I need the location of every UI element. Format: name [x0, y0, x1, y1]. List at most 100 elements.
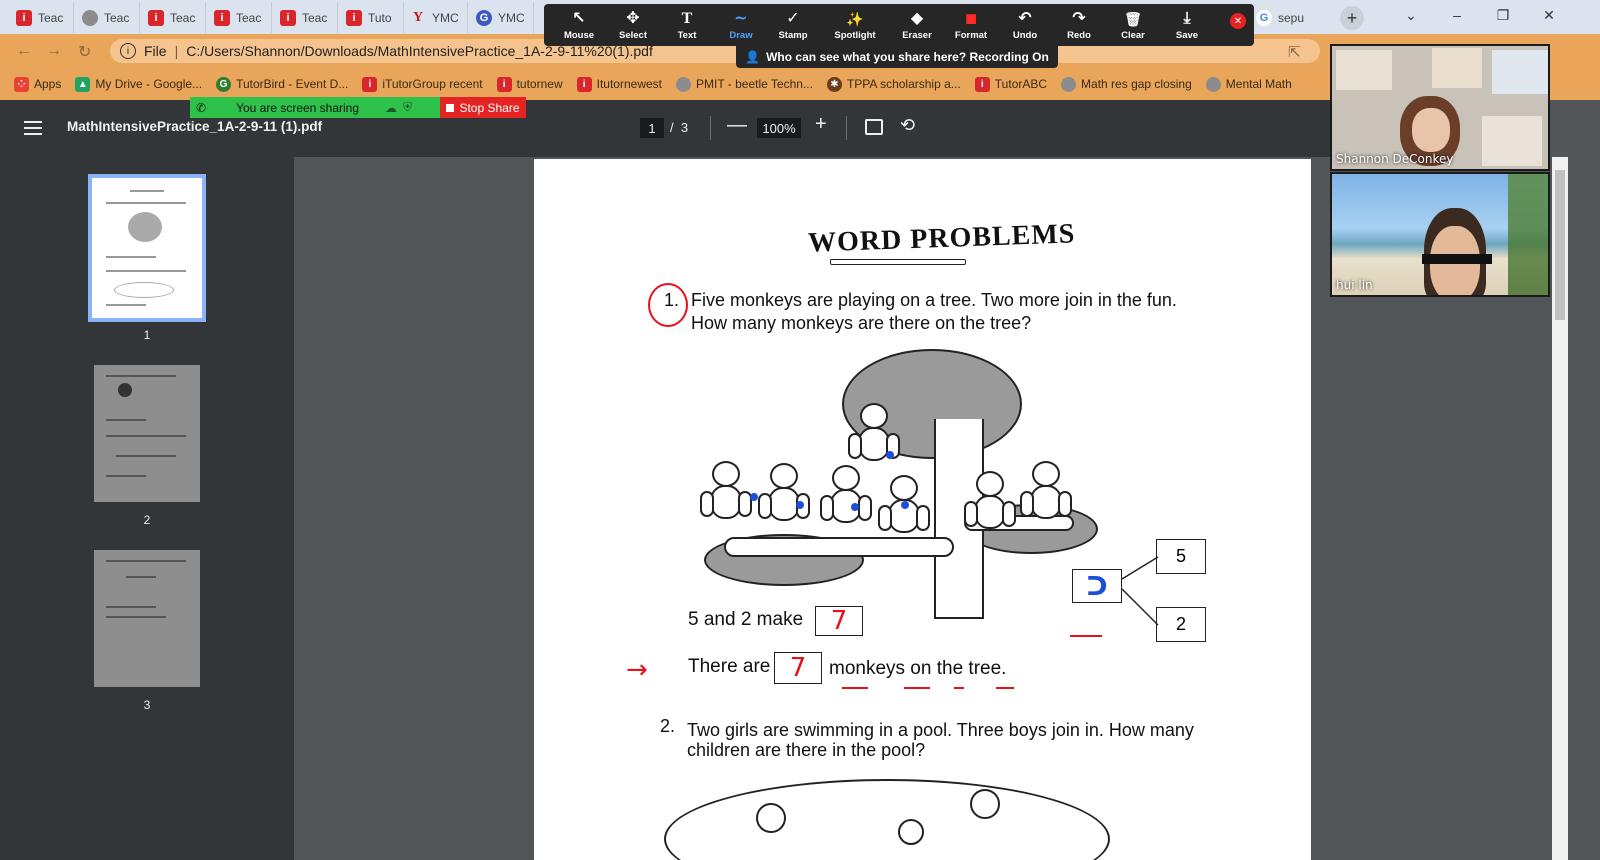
- bookmark-item[interactable]: G TutorBird - Event D...: [216, 76, 348, 92]
- stop-share-button[interactable]: Stop Share: [440, 97, 526, 118]
- tool-text[interactable]: T Text: [660, 8, 714, 44]
- tool-mouse[interactable]: ↖ Mouse: [552, 8, 606, 44]
- there-answer-box[interactable]: 7: [774, 652, 822, 684]
- bookmark-item[interactable]: i iTutorGroup recent: [362, 76, 483, 92]
- close-window-icon[interactable]: ✕: [1526, 0, 1572, 30]
- red-underline-annotation: [996, 687, 1014, 689]
- make-answer-box[interactable]: 7: [815, 606, 863, 636]
- itutor-icon: i: [148, 9, 164, 26]
- tool-redo[interactable]: ↷ Redo: [1052, 8, 1106, 44]
- question-1-line-2: How many monkeys are there on the tree?: [691, 313, 1032, 333]
- pixel-sunglasses-icon: [1422, 254, 1492, 264]
- tool-clear[interactable]: 🗑 Clear: [1106, 8, 1160, 44]
- bookmark-item[interactable]: PMIT - beetle Techn...: [676, 76, 813, 92]
- bookmark-item[interactable]: ✱ TPPA scholarship a...: [826, 76, 961, 92]
- wall-poster: [1482, 116, 1542, 166]
- monkey-illustration: [964, 471, 1016, 541]
- number-bond-lines: [1121, 556, 1159, 626]
- browser-tab[interactable]: G YMC: [470, 2, 534, 33]
- browser-tab[interactable]: i Teac: [274, 2, 338, 33]
- monkey-illustration: [758, 463, 810, 533]
- page-total: / 3: [670, 120, 689, 135]
- number-bond-part-box: 5: [1156, 539, 1206, 574]
- bookmark-apps[interactable]: ⁘ Apps: [14, 76, 61, 92]
- drive-icon: ▲: [75, 76, 91, 92]
- screen-sharing-status: ✆ You are screen sharing ☁ ⛨: [190, 97, 440, 118]
- close-toolbar-icon[interactable]: ✕: [1230, 13, 1246, 29]
- format-icon: ■: [964, 8, 978, 30]
- minimize-icon[interactable]: –: [1434, 0, 1480, 30]
- monkey-illustration: [878, 475, 930, 545]
- browser-tab[interactable]: Teac: [76, 2, 140, 33]
- g-icon: G: [476, 9, 492, 26]
- thumbnail-page-1[interactable]: [88, 174, 206, 322]
- eraser-icon: ◆: [910, 10, 924, 27]
- page-number-input[interactable]: 1: [640, 118, 664, 138]
- red-underline-annotation: [1070, 635, 1102, 637]
- menu-icon[interactable]: [24, 121, 42, 135]
- stop-icon: [446, 103, 455, 112]
- tool-spotlight[interactable]: ✨ Spotlight: [828, 8, 882, 44]
- move-icon: ✥: [626, 10, 640, 27]
- tppa-icon: ✱: [826, 76, 842, 92]
- pdf-scrollbar-thumb[interactable]: [1555, 170, 1565, 320]
- bookmark-item[interactable]: Mental Math: [1205, 76, 1292, 92]
- back-arrow-icon[interactable]: ←: [16, 42, 32, 60]
- browser-tab[interactable]: Gsepu: [1250, 2, 1310, 33]
- blue-dot-annotation: [796, 501, 804, 509]
- bookmark-item[interactable]: Math res gap closing: [1061, 76, 1192, 92]
- bookmark-item[interactable]: i tutornew: [496, 76, 563, 92]
- tool-eraser[interactable]: ◆ Eraser: [890, 8, 944, 44]
- zoom-level-input[interactable]: 100%: [757, 118, 801, 138]
- spotlight-icon: ✨: [846, 11, 864, 27]
- share-icon[interactable]: ⇱: [1288, 43, 1301, 61]
- monkey-illustration: [848, 403, 900, 473]
- browser-tab[interactable]: i Tuto: [340, 2, 404, 33]
- thumbnail-page-2[interactable]: [94, 365, 200, 502]
- browser-tab[interactable]: Y YMC: [404, 2, 468, 33]
- participant-name: Shannon DeConkey: [1336, 152, 1454, 166]
- participant-video-tile[interactable]: Shannon DeConkey: [1330, 44, 1550, 171]
- browser-tab[interactable]: i Teac: [10, 2, 74, 33]
- tool-format[interactable]: ■ Format: [944, 8, 998, 44]
- shield-icon: ⛨: [403, 100, 413, 114]
- bookmark-item[interactable]: i TutorABC: [974, 76, 1047, 92]
- rotate-icon[interactable]: ⟲: [900, 115, 915, 136]
- pdf-page: WORD PROBLEMS 1. Five monkeys are playin…: [534, 159, 1311, 860]
- tool-save[interactable]: ⤓ Save: [1160, 8, 1214, 44]
- info-icon[interactable]: i: [120, 43, 136, 59]
- tool-undo[interactable]: ↶ Undo: [998, 8, 1052, 44]
- tool-draw[interactable]: ∼ Draw: [714, 8, 768, 44]
- browser-tab[interactable]: i Teac: [142, 2, 206, 33]
- forward-arrow-icon[interactable]: →: [46, 42, 62, 60]
- tool-select[interactable]: ✥ Select: [606, 8, 660, 44]
- child-illustration: [970, 789, 1000, 819]
- tool-stamp[interactable]: ✓ Stamp: [766, 8, 820, 44]
- child-illustration: [898, 819, 924, 845]
- pencil-icon: [830, 259, 966, 265]
- number-bond-whole-box: ᑐ: [1072, 569, 1122, 603]
- zoom-out-button[interactable]: —: [727, 114, 747, 137]
- reload-icon[interactable]: ↻: [78, 42, 91, 62]
- fit-page-icon[interactable]: [865, 119, 883, 135]
- bookmark-item[interactable]: i Itutornewest: [576, 76, 662, 92]
- thumbnail-label: 2: [143, 513, 151, 527]
- save-icon: ⤓: [1183, 10, 1191, 27]
- wall-poster: [1336, 50, 1392, 90]
- zoom-in-button[interactable]: +: [815, 113, 827, 136]
- share-visibility-banner[interactable]: 👤 Who can see what you share here? Recor…: [736, 46, 1058, 68]
- cursor-icon: ↖: [572, 10, 586, 27]
- participant-name: hui lin: [1336, 278, 1373, 292]
- page-title: WORD PROBLEMS: [807, 218, 1076, 259]
- blue-dot-annotation: [901, 501, 909, 509]
- restore-icon[interactable]: ❐: [1480, 0, 1526, 30]
- new-tab-button[interactable]: +: [1340, 6, 1364, 30]
- tab-search-chevron-icon[interactable]: ⌄: [1388, 0, 1434, 30]
- monkey-illustration: [1020, 461, 1072, 531]
- participant-video-tile[interactable]: hui lin: [1330, 172, 1550, 297]
- browser-tab[interactable]: i Teac: [208, 2, 272, 33]
- toolbar-divider: [710, 116, 711, 140]
- bookmark-item[interactable]: ▲ My Drive - Google...: [75, 76, 202, 92]
- undo-icon: ↶: [1018, 10, 1032, 27]
- thumbnail-page-3[interactable]: [94, 550, 200, 687]
